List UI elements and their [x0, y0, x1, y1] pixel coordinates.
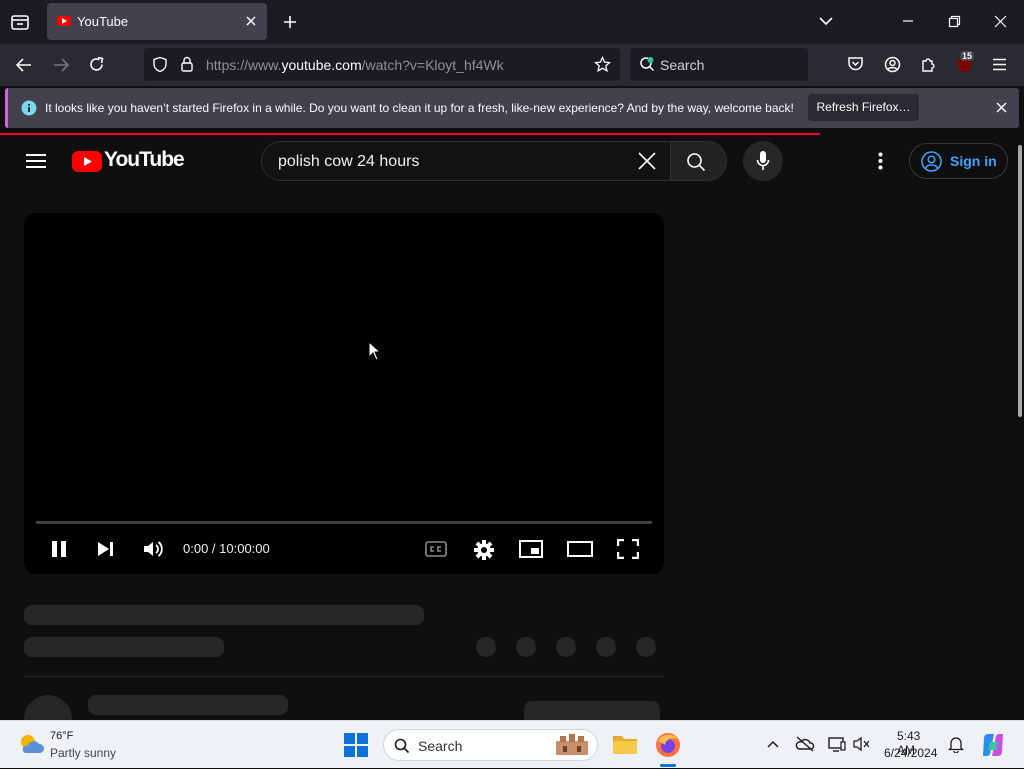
- sign-in-label: Sign in: [950, 153, 997, 169]
- video-time-display: 0:00 / 10:00:00: [183, 541, 270, 556]
- settings-gear-icon[interactable]: [473, 539, 495, 561]
- action-skeleton: [636, 637, 656, 657]
- youtube-search-input[interactable]: polish cow 24 hours: [261, 141, 671, 181]
- clear-search-icon[interactable]: [638, 152, 656, 170]
- action-skeleton: [476, 637, 496, 657]
- minimize-icon[interactable]: [902, 20, 914, 22]
- search-icon: [686, 152, 706, 172]
- captions-icon[interactable]: [425, 541, 447, 557]
- extensions-puzzle-icon[interactable]: [920, 56, 937, 73]
- action-skeleton: [556, 637, 576, 657]
- search-query-text: polish cow 24 hours: [278, 153, 420, 170]
- navigation-toolbar: https://www.youtube.com/watch?v=Kloyt_hf…: [0, 44, 1024, 86]
- volume-muted-icon[interactable]: [853, 736, 871, 752]
- restore-icon[interactable]: [948, 15, 961, 28]
- show-hidden-icons-chevron-icon[interactable]: [766, 739, 780, 749]
- info-icon: [21, 100, 37, 116]
- refresh-firefox-button[interactable]: Refresh Firefox…: [808, 94, 919, 121]
- taskbar-search-box[interactable]: Search: [383, 729, 598, 761]
- voice-search-button[interactable]: [743, 141, 783, 181]
- lock-icon[interactable]: [180, 56, 194, 73]
- partly-sunny-icon: [17, 731, 45, 757]
- fullscreen-icon[interactable]: [617, 539, 639, 559]
- youtube-page: YouTube polish cow 24 hours Sign in 0:00…: [0, 135, 1024, 720]
- new-tab-icon[interactable]: [282, 14, 298, 30]
- clock-date: 6/24/2024: [884, 746, 938, 760]
- avatar-skeleton: [24, 695, 72, 720]
- firefox-taskbar-icon[interactable]: [654, 731, 682, 759]
- windows-taskbar: 76°F Partly sunny Search 5:43 AM 6/24/20…: [0, 720, 1024, 768]
- tab-title: YouTube: [77, 14, 129, 29]
- microphone-icon: [756, 150, 770, 172]
- list-tabs-chevron-icon[interactable]: [818, 15, 834, 27]
- refresh-firefox-notification: It looks like you haven’t started Firefo…: [5, 88, 1019, 128]
- back-arrow-icon[interactable]: [15, 57, 33, 73]
- search-bar-placeholder: Search: [660, 57, 705, 73]
- tab-manager-icon[interactable]: [10, 13, 30, 31]
- sign-in-button[interactable]: Sign in: [909, 143, 1008, 179]
- pocket-icon[interactable]: [847, 56, 864, 72]
- next-video-icon[interactable]: [96, 539, 116, 559]
- volume-icon[interactable]: [142, 539, 164, 559]
- divider: [24, 676, 664, 677]
- url-bar[interactable]: https://www.youtube.com/watch?v=Kloyt_hf…: [144, 48, 620, 81]
- url-text: https://www.youtube.com/watch?v=Kloyt_hf…: [206, 57, 504, 73]
- description-skeleton: [88, 695, 288, 715]
- bookmark-star-icon[interactable]: [594, 56, 611, 73]
- tab-strip: YouTube: [0, 0, 1024, 44]
- reload-icon[interactable]: [88, 56, 105, 73]
- forward-arrow-icon[interactable]: [52, 57, 70, 73]
- close-window-icon[interactable]: [994, 15, 1007, 28]
- taskbar-search-label: Search: [418, 738, 463, 754]
- pause-icon[interactable]: [50, 539, 68, 559]
- weather-condition: Partly sunny: [50, 746, 117, 760]
- hamburger-menu-icon[interactable]: [992, 58, 1007, 71]
- notification-bell-icon[interactable]: [948, 735, 964, 753]
- title-skeleton: [24, 605, 424, 625]
- onedrive-offline-icon[interactable]: [795, 736, 815, 752]
- youtube-logo-icon: [72, 151, 102, 172]
- user-avatar-icon: [921, 151, 942, 172]
- network-display-icon[interactable]: [828, 736, 846, 752]
- video-progress-bar[interactable]: [36, 521, 652, 524]
- close-tab-icon[interactable]: [244, 14, 258, 28]
- search-engine-icon[interactable]: [639, 56, 655, 72]
- copilot-icon[interactable]: [980, 732, 1006, 758]
- tab-youtube[interactable]: YouTube: [47, 3, 267, 40]
- settings-more-icon[interactable]: [878, 152, 883, 170]
- action-skeleton: [516, 637, 536, 657]
- close-notification-icon[interactable]: [996, 102, 1007, 113]
- channel-skeleton: [24, 637, 224, 657]
- file-explorer-icon[interactable]: [612, 733, 638, 755]
- youtube-logo-text: YouTube: [104, 148, 185, 171]
- weather-widget[interactable]: 76°F Partly sunny: [0, 721, 140, 769]
- video-player[interactable]: 0:00 / 10:00:00: [24, 213, 664, 574]
- action-skeleton: [596, 637, 616, 657]
- active-app-indicator: [660, 764, 676, 767]
- miniplayer-icon[interactable]: [519, 540, 543, 558]
- guide-menu-icon[interactable]: [26, 153, 46, 169]
- search-highlight-icon: [552, 733, 592, 757]
- start-windows-icon[interactable]: [344, 733, 368, 757]
- search-icon: [394, 738, 410, 754]
- notification-message: It looks like you haven’t started Firefo…: [45, 101, 794, 115]
- account-icon[interactable]: [884, 56, 901, 73]
- theater-mode-icon[interactable]: [567, 540, 593, 558]
- weather-temperature: 76°F: [50, 730, 74, 742]
- youtube-search-button[interactable]: [670, 141, 727, 181]
- tracking-protection-shield-icon[interactable]: [152, 56, 168, 73]
- youtube-favicon-icon: [57, 16, 71, 26]
- browser-search-bar[interactable]: Search: [630, 48, 808, 81]
- subscribe-skeleton: [524, 701, 660, 720]
- page-scrollbar[interactable]: [1018, 145, 1022, 417]
- extension-badge-count: 15: [960, 51, 975, 61]
- mouse-cursor-icon: [368, 341, 382, 361]
